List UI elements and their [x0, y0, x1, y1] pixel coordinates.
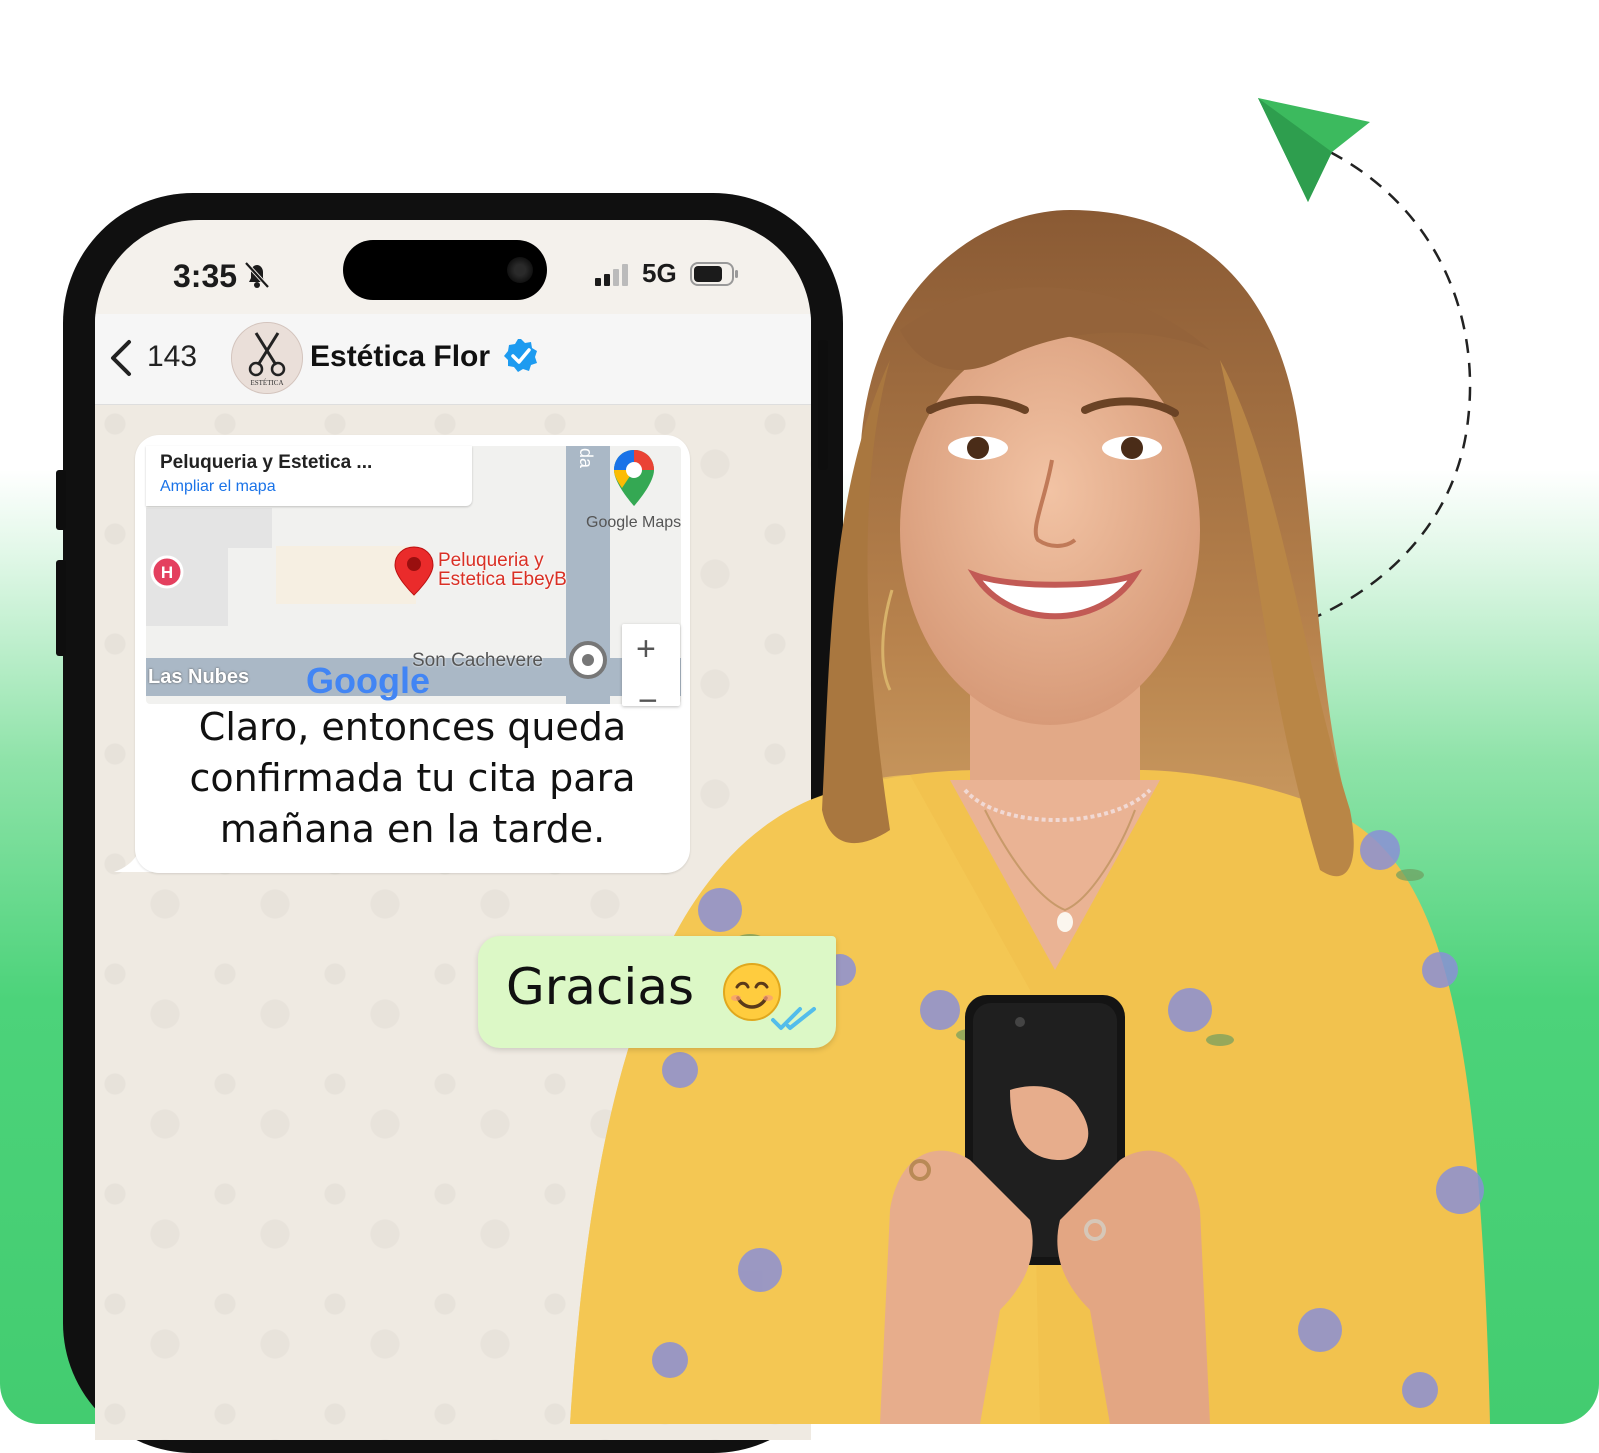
map-place-label: Peluqueria y Estetica EbeyB: [438, 551, 567, 589]
outgoing-message-text: Gracias: [506, 958, 695, 1016]
front-camera-icon: [507, 257, 533, 283]
double-check-icon: [771, 1007, 816, 1030]
contact-name[interactable]: Estética Flor: [310, 340, 490, 374]
status-time: 3:35: [173, 258, 238, 294]
phone-volume-button: [56, 560, 66, 656]
area-label: Son Cachevere: [412, 650, 543, 671]
google-logo-text: Google: [306, 660, 430, 701]
area-label: Las Nubes: [148, 666, 250, 688]
chevron-left-icon[interactable]: [107, 338, 135, 378]
phone-side-button: [56, 470, 66, 530]
scissors-icon: ESTÉTICA: [232, 323, 302, 393]
dynamic-island: [343, 240, 547, 300]
place-name-line: Peluqueria y: [438, 550, 544, 571]
place-name-line: Estetica EbeyB: [438, 569, 567, 590]
unread-count[interactable]: 143: [147, 340, 197, 374]
map-block: [228, 508, 272, 548]
svg-text:H: H: [161, 563, 173, 582]
location-pin-icon: [394, 546, 434, 596]
enlarge-map-link[interactable]: Ampliar el mapa: [160, 478, 276, 496]
smiling-woman-photo: [570, 210, 1490, 1424]
hospital-icon: H: [150, 555, 184, 589]
bell-muted-icon: [244, 261, 270, 289]
verified-badge-icon: [504, 339, 537, 372]
svg-text:ESTÉTICA: ESTÉTICA: [250, 379, 283, 387]
google-logo: Google: [306, 660, 430, 704]
map-place-title: Peluqueria y Estetica ...: [160, 452, 373, 473]
avatar[interactable]: ESTÉTICA: [231, 322, 303, 394]
map-place-card: Peluqueria y Estetica ... Ampliar el map…: [146, 446, 472, 506]
